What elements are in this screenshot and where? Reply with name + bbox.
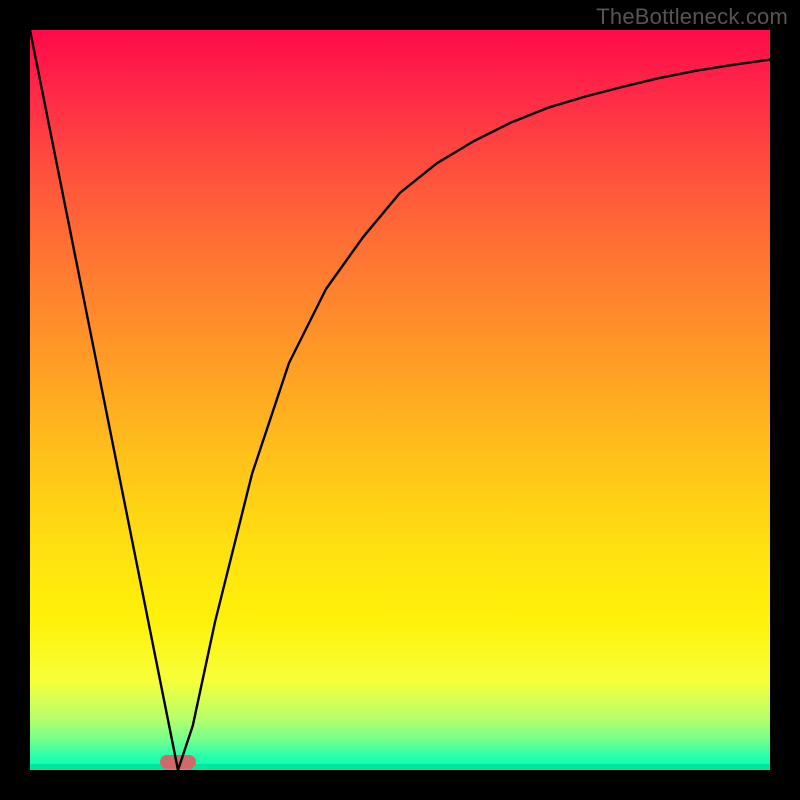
plot-area [30,30,770,770]
curve-svg [30,30,770,770]
watermark-text: TheBottleneck.com [596,4,788,30]
chart-frame: TheBottleneck.com [0,0,800,800]
curve-path [30,30,770,770]
